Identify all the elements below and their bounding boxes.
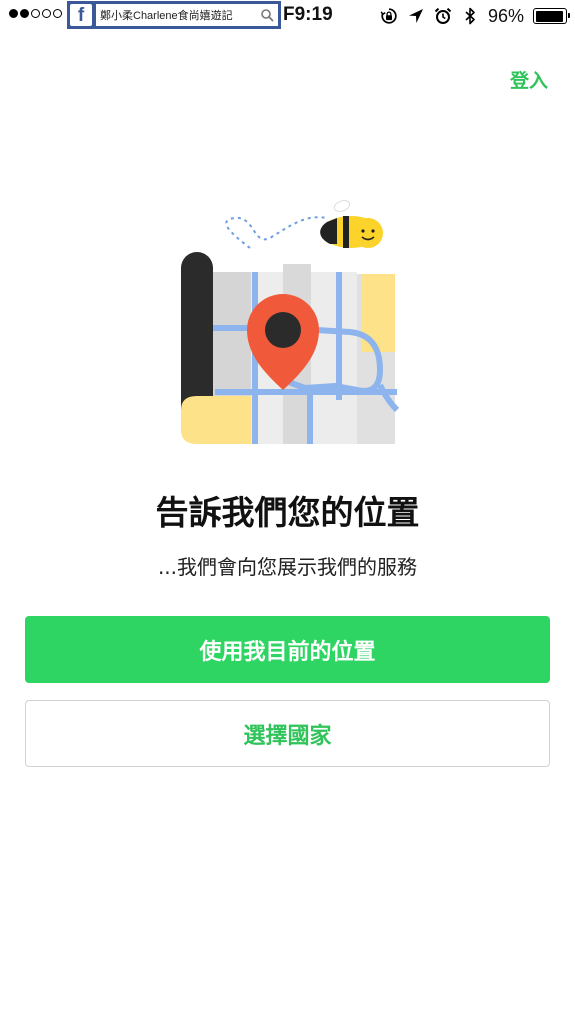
choose-country-label: 選擇國家 xyxy=(243,723,332,749)
map-illustration xyxy=(181,200,400,444)
facebook-search-bar[interactable]: f 鄭小柔Charlene食尚嬉遊記 xyxy=(67,1,281,29)
use-current-location-button[interactable]: 使用我目前的位置 xyxy=(25,616,550,683)
facebook-logo-icon: f xyxy=(70,4,92,26)
login-link[interactable]: 登入 xyxy=(510,66,548,93)
battery-level-fill xyxy=(535,10,564,22)
page-subtitle: ...我們會向您展示我們的服務 xyxy=(157,555,418,579)
use-current-location-label: 使用我目前的位置 xyxy=(199,639,376,665)
alarm-icon xyxy=(434,7,452,24)
signal-dot xyxy=(31,9,40,18)
lock-rotation-icon xyxy=(380,8,397,24)
status-bar: f 鄭小柔Charlene食尚嬉遊記 F9:19 96% xyxy=(0,0,575,32)
facebook-search-box[interactable]: 鄭小柔Charlene食尚嬉遊記 xyxy=(96,4,278,26)
bee-flight-path xyxy=(225,216,328,249)
bee-icon xyxy=(320,200,383,248)
facebook-search-text: 鄭小柔Charlene食尚嬉遊記 xyxy=(100,10,233,22)
location-arrow-icon xyxy=(408,9,423,23)
cellular-signal-icon xyxy=(9,9,62,18)
search-icon xyxy=(261,9,274,22)
bluetooth-icon xyxy=(465,7,475,25)
signal-dot xyxy=(42,9,51,18)
signal-dot xyxy=(9,9,18,18)
choose-country-button[interactable]: 選擇國家 xyxy=(25,700,550,767)
page-title: 告訴我們您的位置 xyxy=(155,493,420,532)
battery-icon xyxy=(533,8,570,24)
battery-percentage: 96% xyxy=(487,5,524,26)
signal-dot xyxy=(20,9,29,18)
signal-dot xyxy=(53,9,62,18)
status-time: F9:19 xyxy=(283,4,333,25)
